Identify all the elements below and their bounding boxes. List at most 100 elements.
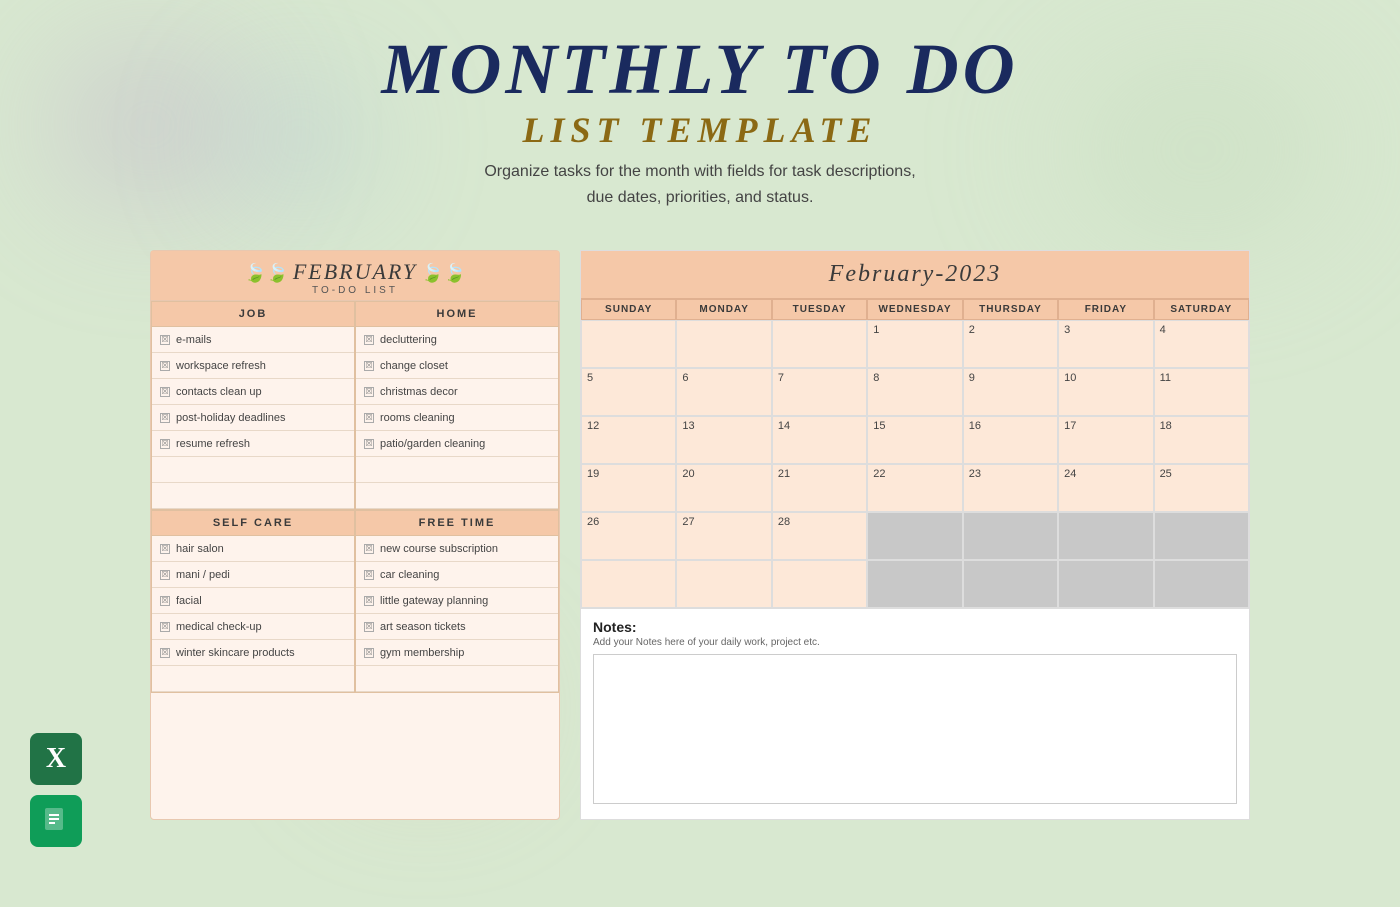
cal-cell-1-5: 10	[1058, 368, 1153, 416]
cal-cell-5-1	[676, 560, 771, 608]
job-header: JOB	[152, 302, 354, 327]
bottom-icons: X	[30, 733, 82, 847]
cal-cell-5-2	[772, 560, 867, 608]
desc-line2: due dates, priorities, and status.	[587, 189, 814, 206]
cal-cell-2-2: 14	[772, 416, 867, 464]
cal-cell-4-1: 27	[676, 512, 771, 560]
notes-textarea[interactable]	[593, 654, 1237, 804]
cal-cell-1-4: 9	[963, 368, 1058, 416]
cal-cell-1-0: 5	[581, 368, 676, 416]
freetime-section: FREE TIME ☒ new course subscription ☒ ca…	[355, 510, 559, 693]
home-header: HOME	[356, 302, 558, 327]
ft-item-4: ☒ art season tickets	[356, 614, 558, 640]
cal-cell-1-3: 8	[867, 368, 962, 416]
cal-cell-1-6: 11	[1154, 368, 1249, 416]
cal-cell-3-6: 25	[1154, 464, 1249, 512]
job-item-1: ☒ e-mails	[152, 327, 354, 353]
sc-item-5: ☒ winter skincare products	[152, 640, 354, 666]
sc-item-3: ☒ facial	[152, 588, 354, 614]
checkbox-3[interactable]: ☒	[160, 387, 170, 397]
checkbox-h3[interactable]: ☒	[364, 387, 374, 397]
calendar-days-header: SUNDAY MONDAY TUESDAY WEDNESDAY THURSDAY…	[581, 299, 1249, 320]
checkbox-sc4[interactable]: ☒	[160, 622, 170, 632]
notes-subtitle: Add your Notes here of your daily work, …	[593, 637, 1237, 648]
calendar-header: February-2023	[581, 251, 1249, 299]
selfcare-header: SELF CARE	[152, 511, 354, 536]
checkbox-ft1[interactable]: ☒	[364, 544, 374, 554]
cal-cell-3-4: 23	[963, 464, 1058, 512]
excel-icon[interactable]: X	[30, 733, 82, 785]
cal-cell-5-5	[1058, 560, 1153, 608]
cal-cell-0-4: 2	[963, 320, 1058, 368]
home-item-3: ☒ christmas decor	[356, 379, 558, 405]
sc-item-empty	[152, 666, 354, 692]
day-tuesday: TUESDAY	[772, 299, 867, 320]
checkbox-ft2[interactable]: ☒	[364, 570, 374, 580]
cal-cell-3-0: 19	[581, 464, 676, 512]
cal-cell-1-1: 6	[676, 368, 771, 416]
cal-cell-4-4	[963, 512, 1058, 560]
checkbox-2[interactable]: ☒	[160, 361, 170, 371]
main-title: MONTHLY TO DO	[381, 30, 1018, 109]
home-section: HOME ☒ decluttering ☒ change closet ☒ ch…	[355, 301, 559, 510]
cal-cell-3-3: 22	[867, 464, 962, 512]
ft-item-5: ☒ gym membership	[356, 640, 558, 666]
checkbox-h5[interactable]: ☒	[364, 439, 374, 449]
desc-line1: Organize tasks for the month with fields…	[484, 163, 915, 180]
cal-cell-0-3: 1	[867, 320, 962, 368]
ft-item-2: ☒ car cleaning	[356, 562, 558, 588]
checkbox-h4[interactable]: ☒	[364, 413, 374, 423]
cal-cell-0-5: 3	[1058, 320, 1153, 368]
checkbox-h1[interactable]: ☒	[364, 335, 374, 345]
cal-cell-5-0	[581, 560, 676, 608]
home-item-empty2	[356, 483, 558, 509]
cal-cell-0-2	[772, 320, 867, 368]
cal-cell-0-6: 4	[1154, 320, 1249, 368]
cal-cell-2-4: 16	[963, 416, 1058, 464]
job-item-2: ☒ workspace refresh	[152, 353, 354, 379]
checkbox-1[interactable]: ☒	[160, 335, 170, 345]
cal-cell-3-2: 21	[772, 464, 867, 512]
sheets-icon[interactable]	[30, 795, 82, 847]
day-monday: MONDAY	[676, 299, 771, 320]
ft-item-3: ☒ little gateway planning	[356, 588, 558, 614]
checkbox-sc5[interactable]: ☒	[160, 648, 170, 658]
todo-panel: 🍃🍃 FEBRUARY 🍃🍃 TO-DO LIST JOB ☒ e-mails …	[150, 250, 560, 820]
cal-cell-1-2: 7	[772, 368, 867, 416]
cal-cell-5-4	[963, 560, 1058, 608]
sc-item-4: ☒ medical check-up	[152, 614, 354, 640]
job-section: JOB ☒ e-mails ☒ workspace refresh ☒ cont…	[151, 301, 355, 510]
checkbox-sc3[interactable]: ☒	[160, 596, 170, 606]
feather-left-icon: 🍃🍃	[244, 263, 289, 284]
day-thursday: THURSDAY	[963, 299, 1058, 320]
cal-cell-2-1: 13	[676, 416, 771, 464]
checkbox-sc2[interactable]: ☒	[160, 570, 170, 580]
todo-upper-grid: JOB ☒ e-mails ☒ workspace refresh ☒ cont…	[151, 301, 559, 510]
job-item-4: ☒ post-holiday deadlines	[152, 405, 354, 431]
day-friday: FRIDAY	[1058, 299, 1153, 320]
cal-cell-3-1: 20	[676, 464, 771, 512]
todo-subtitle: TO-DO LIST	[151, 285, 559, 296]
calendar-grid: 1234567891011121314151617181920212223242…	[581, 320, 1249, 608]
notes-section: Notes: Add your Notes here of your daily…	[581, 608, 1249, 819]
home-item-1: ☒ decluttering	[356, 327, 558, 353]
calendar-panel: February-2023 SUNDAY MONDAY TUESDAY WEDN…	[580, 250, 1250, 820]
sub-title: LIST TEMPLATE	[381, 109, 1018, 151]
checkbox-h2[interactable]: ☒	[364, 361, 374, 371]
home-item-empty1	[356, 457, 558, 483]
todo-lower-grid: SELF CARE ☒ hair salon ☒ mani / pedi ☒ f…	[151, 510, 559, 693]
day-wednesday: WEDNESDAY	[867, 299, 962, 320]
checkbox-4[interactable]: ☒	[160, 413, 170, 423]
checkbox-ft3[interactable]: ☒	[364, 596, 374, 606]
notes-title: Notes:	[593, 619, 1237, 635]
cal-cell-5-6	[1154, 560, 1249, 608]
checkbox-5[interactable]: ☒	[160, 439, 170, 449]
cal-cell-0-1	[676, 320, 771, 368]
checkbox-ft5[interactable]: ☒	[364, 648, 374, 658]
header-section: MONTHLY TO DO LIST TEMPLATE Organize tas…	[381, 30, 1018, 210]
job-item-5: ☒ resume refresh	[152, 431, 354, 457]
checkbox-ft4[interactable]: ☒	[364, 622, 374, 632]
cal-cell-3-5: 24	[1058, 464, 1153, 512]
checkbox-sc1[interactable]: ☒	[160, 544, 170, 554]
cal-cell-4-0: 26	[581, 512, 676, 560]
